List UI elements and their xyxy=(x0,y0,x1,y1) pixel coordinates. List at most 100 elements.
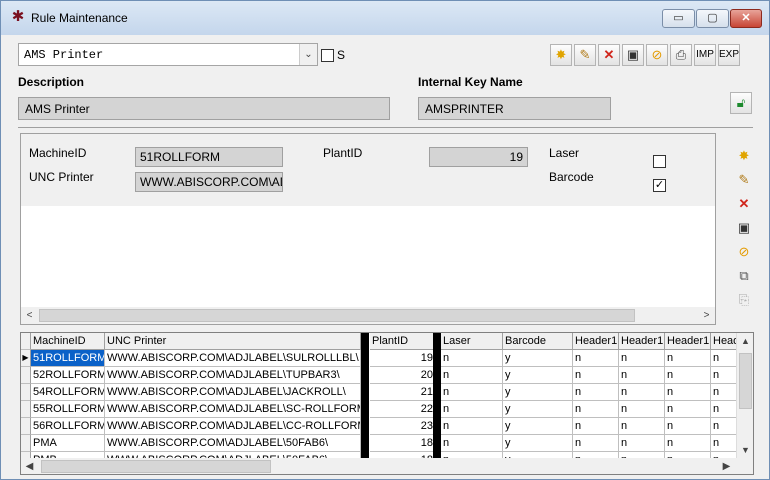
cell-header1[interactable]: n xyxy=(619,350,665,367)
plant-id-field[interactable]: 19 xyxy=(429,147,528,167)
cell-head[interactable]: n xyxy=(711,367,737,384)
cell-header1[interactable]: n xyxy=(665,435,711,452)
scroll-right-icon[interactable]: > xyxy=(698,307,715,324)
cell-laser[interactable]: n xyxy=(441,418,503,435)
cell-plantid[interactable]: 20 xyxy=(370,367,438,384)
cell-plantid[interactable]: 18 xyxy=(370,435,438,452)
cell-unc-printer[interactable]: WWW.ABISCORP.COM\ADJLABEL\SC-ROLLFORM\ xyxy=(105,401,361,418)
cell-header1[interactable]: n xyxy=(619,401,665,418)
export-button[interactable]: EXP xyxy=(718,44,740,66)
cell-barcode[interactable]: y xyxy=(503,350,573,367)
row-indicator[interactable] xyxy=(21,435,31,452)
cell-header1[interactable]: n xyxy=(573,401,619,418)
cancel-icon[interactable]: ⊘ xyxy=(646,44,668,66)
col-header-unc-printer[interactable]: UNC Printer xyxy=(105,333,361,350)
print-icon[interactable]: ⎙ xyxy=(670,44,692,66)
cell-header1[interactable]: n xyxy=(573,418,619,435)
add-row-icon[interactable]: ✸ xyxy=(733,145,755,167)
new-icon[interactable]: ✸ xyxy=(550,44,572,66)
scroll-left-icon[interactable]: < xyxy=(21,307,38,324)
col-header-head[interactable]: Head xyxy=(711,333,737,350)
title-bar[interactable]: ✱ Rule Maintenance ▭ ▢ ✕ xyxy=(1,1,769,35)
cell-unc-printer[interactable]: WWW.ABISCORP.COM\ADJLABEL\JACKROLL\ xyxy=(105,384,361,401)
save-icon[interactable]: ▣ xyxy=(622,44,644,66)
detail-horizontal-scrollbar[interactable]: < > xyxy=(21,307,715,324)
cell-barcode[interactable]: y xyxy=(503,367,573,384)
cell-header1[interactable]: n xyxy=(619,418,665,435)
printer-select[interactable]: AMS Printer ⌄ xyxy=(18,43,318,66)
cell-plantid[interactable]: 19 xyxy=(370,350,438,367)
cell-head[interactable]: n xyxy=(711,418,737,435)
scrollbar-thumb[interactable] xyxy=(739,353,752,409)
cell-machineid[interactable]: 56ROLLFORM xyxy=(31,418,105,435)
paste-row-icon[interactable]: ⎘ xyxy=(733,289,755,311)
cell-header1[interactable]: n xyxy=(665,401,711,418)
col-header-header1[interactable]: Header1 xyxy=(573,333,619,350)
col-header-barcode[interactable]: Barcode xyxy=(503,333,573,350)
cell-machineid[interactable]: PMA xyxy=(31,435,105,452)
description-field[interactable]: AMS Printer xyxy=(18,97,390,120)
cell-barcode[interactable]: y xyxy=(503,384,573,401)
cell-header1[interactable]: n xyxy=(619,384,665,401)
col-header-laser[interactable]: Laser xyxy=(441,333,503,350)
cell-head[interactable]: n xyxy=(711,384,737,401)
scroll-right-icon[interactable]: ▶ xyxy=(718,458,735,474)
grid-horizontal-scrollbar[interactable]: ◀ ▶ xyxy=(21,458,753,474)
cell-machineid[interactable]: 55ROLLFORM xyxy=(31,401,105,418)
cell-machineid[interactable]: 52ROLLFORM xyxy=(31,367,105,384)
cell-machineid[interactable]: 54ROLLFORM xyxy=(31,384,105,401)
row-indicator[interactable] xyxy=(21,384,31,401)
cell-unc-printer[interactable]: WWW.ABISCORP.COM\ADJLABEL\50FAB6\ xyxy=(105,435,361,452)
row-indicator[interactable] xyxy=(21,401,31,418)
scroll-left-icon[interactable]: ◀ xyxy=(21,458,38,474)
scroll-up-icon[interactable]: ▲ xyxy=(737,333,753,350)
col-header-machineid[interactable]: MachineID xyxy=(31,333,105,350)
scrollbar-thumb[interactable] xyxy=(41,460,271,473)
copy-row-icon[interactable]: ⧉ xyxy=(733,265,755,287)
unc-printer-field[interactable]: WWW.ABISCORP.COM\ADJLABEL\SULROLLLBL\ xyxy=(135,172,283,192)
machine-id-field[interactable]: 51ROLLFORM xyxy=(135,147,283,167)
delete-row-icon[interactable]: ✕ xyxy=(733,193,755,215)
cell-barcode[interactable]: y xyxy=(503,401,573,418)
edit-row-icon[interactable]: ✎ xyxy=(733,169,755,191)
barcode-checkbox[interactable]: ✓ xyxy=(653,179,666,192)
cell-header1[interactable]: n xyxy=(573,435,619,452)
rules-grid[interactable]: MachineID UNC Printer PlantID Laser Barc… xyxy=(20,332,754,475)
chevron-down-icon[interactable]: ⌄ xyxy=(299,44,317,65)
s-checkbox[interactable] xyxy=(321,49,334,62)
cell-plantid[interactable]: 21 xyxy=(370,384,438,401)
row-indicator[interactable] xyxy=(21,367,31,384)
internal-key-field[interactable]: AMSPRINTER xyxy=(418,97,611,120)
unlock-icon[interactable]: 🔓︎ xyxy=(730,92,752,114)
cell-laser[interactable]: n xyxy=(441,367,503,384)
cell-unc-printer[interactable]: WWW.ABISCORP.COM\ADJLABEL\TUPBAR3\ xyxy=(105,367,361,384)
cell-unc-printer[interactable]: WWW.ABISCORP.COM\ADJLABEL\CC-ROLLFORM1\ xyxy=(105,418,361,435)
col-header-plantid[interactable]: PlantID xyxy=(370,333,438,350)
col-header-header1[interactable]: Header1 xyxy=(665,333,711,350)
cell-header1[interactable]: n xyxy=(573,350,619,367)
cell-head[interactable]: n xyxy=(711,435,737,452)
cell-header1[interactable]: n xyxy=(619,367,665,384)
cell-laser[interactable]: n xyxy=(441,350,503,367)
import-button[interactable]: IMP xyxy=(694,44,716,66)
cell-laser[interactable]: n xyxy=(441,401,503,418)
cell-laser[interactable]: n xyxy=(441,384,503,401)
edit-icon[interactable]: ✎ xyxy=(574,44,596,66)
delete-icon[interactable]: ✕ xyxy=(598,44,620,66)
cancel-row-icon[interactable]: ⊘ xyxy=(733,241,755,263)
grid-vertical-scrollbar[interactable]: ▲ ▼ xyxy=(736,333,753,459)
cell-laser[interactable]: n xyxy=(441,435,503,452)
laser-checkbox[interactable] xyxy=(653,155,666,168)
scroll-down-icon[interactable]: ▼ xyxy=(737,442,753,459)
col-header-header1[interactable]: Header1 xyxy=(619,333,665,350)
cell-unc-printer[interactable]: WWW.ABISCORP.COM\ADJLABEL\SULROLLLBL\ xyxy=(105,350,361,367)
close-button[interactable]: ✕ xyxy=(730,9,762,28)
cell-head[interactable]: n xyxy=(711,401,737,418)
cell-barcode[interactable]: y xyxy=(503,418,573,435)
row-indicator[interactable]: ▶ xyxy=(21,350,31,367)
cell-plantid[interactable]: 23 xyxy=(370,418,438,435)
cell-barcode[interactable]: y xyxy=(503,435,573,452)
minimize-button[interactable]: ▭ xyxy=(662,9,695,28)
cell-header1[interactable]: n xyxy=(665,384,711,401)
save-row-icon[interactable]: ▣ xyxy=(733,217,755,239)
